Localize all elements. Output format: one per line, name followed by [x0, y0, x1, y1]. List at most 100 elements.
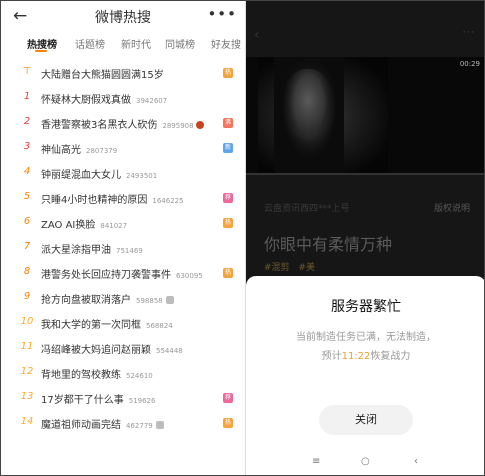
list-item[interactable]: 1 怀疑林大厨假戏真做 3942607 [1, 85, 245, 110]
rank-number: 9 [23, 291, 31, 302]
tab-hot-search[interactable]: 热搜榜 [27, 36, 57, 51]
rank-number: 8 [23, 266, 31, 277]
item-title: 钟丽缇混血大女儿 2493501 [41, 170, 158, 181]
rank-number: 10 [20, 316, 34, 327]
copyright-link[interactable]: 版权说明 [434, 201, 470, 214]
progress-bar[interactable] [246, 173, 484, 175]
list-item[interactable]: 7 派大星涂指甲油 751469 [1, 235, 245, 260]
item-title: 怀疑林大厨假戏真做 3942607 [41, 95, 168, 106]
item-title: ZAO AI换脸 841027 [41, 220, 128, 231]
item-title: 背地里的驾校教练 524610 [41, 370, 153, 381]
hot-badge: 热 [223, 68, 233, 78]
item-count: 2807379 [86, 147, 118, 155]
rank-number: 13 [20, 391, 34, 402]
close-button[interactable]: 关闭 [319, 405, 413, 435]
rank-number: 6 [23, 216, 31, 227]
boil-badge: 沸 [223, 118, 233, 128]
tag-link[interactable]: #美 [298, 263, 315, 273]
emoji-icon [195, 121, 204, 129]
video-shadow [274, 57, 344, 175]
item-count: 598858 [136, 297, 163, 305]
list-item[interactable]: 6 ZAO AI换脸 841027 热 [1, 210, 245, 235]
hot-search-panel: ← 微博热搜 ••• 热搜榜 话题榜 新时代 同城榜 好友搜 ⊤ 大陆赠台大熊猫… [1, 1, 245, 475]
system-nav-bar: ≡ ○ ‹ [246, 452, 484, 475]
item-count: 519626 [128, 397, 156, 405]
list-item[interactable]: 10 我和大学的第一次同框 568824 [1, 310, 245, 335]
item-count: 841027 [100, 222, 128, 230]
video-author: 云盘资讯西四***上号 [264, 204, 350, 214]
item-title: 17岁都干了什么事 519626 [41, 395, 156, 406]
emoji-icon [165, 296, 174, 304]
list-item[interactable]: 13 17岁都干了什么事 519626 荐 [1, 385, 245, 410]
eta-time: 11:22 [341, 351, 371, 362]
item-title: 神仙高光 2807379 [41, 145, 118, 156]
item-title: 只睡4小时也精神的原因 1646225 [41, 195, 184, 206]
rank-number: 11 [20, 341, 34, 352]
rank-number: 4 [23, 166, 31, 177]
home-icon[interactable]: ○ [361, 456, 370, 467]
more-dots-icon[interactable]: ••• [207, 5, 237, 23]
recommend-badge: 荐 [223, 393, 233, 403]
item-title: 大陆赠台大熊猫圆圆满15岁 [41, 70, 164, 81]
tab-friends[interactable]: 好友搜 [211, 36, 241, 51]
item-title: 冯绍峰被大妈追问赵丽颖 554448 [41, 345, 183, 356]
tab-topics[interactable]: 话题榜 [75, 36, 105, 51]
video-title: 你眼中有柔情万种 [264, 235, 393, 254]
tab-local[interactable]: 同城榜 [165, 36, 195, 51]
item-title: 我和大学的第一次同框 568824 [41, 320, 173, 331]
list-item[interactable]: 4 钟丽缇混血大女儿 2493501 [1, 160, 245, 185]
item-title: 派大星涂指甲油 751469 [41, 245, 143, 256]
active-tab-indicator [35, 50, 47, 52]
recommend-badge: 荐 [223, 193, 233, 203]
rank-number: 3 [23, 141, 31, 152]
list-item[interactable]: 12 背地里的驾校教练 524610 [1, 360, 245, 385]
item-title: 抢方向盘被取消落户 598858 [41, 291, 174, 306]
item-title: 港警务处长回应持刀袭警事件 630095 [41, 270, 203, 281]
hot-badge: 热 [223, 268, 233, 278]
list-item[interactable]: 3 神仙高光 2807379 新 [1, 135, 245, 160]
item-count: 751469 [116, 247, 143, 255]
rank-number: 12 [20, 366, 34, 377]
hot-badge: 热 [223, 418, 233, 428]
dialog-message: 当前制造任务已满，无法制造， [296, 332, 436, 343]
more-dots-icon[interactable]: ⋯ [462, 25, 476, 40]
rank-number: 7 [23, 241, 31, 252]
item-title: 香港警察被3名黑衣人砍伤 2895908 [41, 116, 204, 131]
item-count: 554448 [156, 347, 183, 355]
tag-list: #混剪 #美 [264, 260, 321, 273]
list-item[interactable]: 9 抢方向盘被取消落户 598858 [1, 285, 245, 310]
list-item[interactable]: 2 香港警察被3名黑衣人砍伤 2895908 沸 [1, 110, 245, 135]
list-item[interactable]: 8 港警务处长回应持刀袭警事件 630095 热 [1, 260, 245, 285]
rank-number: 14 [20, 416, 34, 427]
item-count: 568824 [146, 322, 173, 330]
item-count: 524610 [126, 372, 153, 380]
rank-number: 5 [23, 191, 31, 202]
item-count: 462779 [126, 422, 153, 430]
new-badge: 新 [223, 143, 233, 153]
video-player[interactable]: 00:29 [246, 57, 484, 175]
item-count: 630095 [176, 272, 203, 280]
video-time: 00:29 [459, 60, 480, 68]
hot-badge: 热 [223, 218, 233, 228]
arrow-left-icon[interactable]: ‹ [254, 27, 260, 43]
item-count: 1646225 [152, 197, 184, 205]
rank-number: 1 [23, 91, 31, 102]
menu-icon[interactable]: ≡ [312, 456, 320, 467]
screenshot-frame: ← 微博热搜 ••• 热搜榜 话题榜 新时代 同城榜 好友搜 ⊤ 大陆赠台大熊猫… [0, 0, 485, 476]
tab-new-era[interactable]: 新时代 [121, 36, 151, 51]
list-item[interactable]: 14 魔道祖师动画完结 462779 热 [1, 410, 245, 435]
item-count: 2493501 [126, 172, 158, 180]
emoji-icon [155, 421, 164, 429]
dialog-message-eta: 预计11:22恢复战力 [321, 351, 411, 362]
pin-icon: ⊤ [22, 66, 32, 77]
item-count: 2895908 [162, 122, 194, 130]
server-busy-dialog: 服务器繁忙 当前制造任务已满，无法制造， 预计11:22恢复战力 关闭 [246, 276, 484, 452]
tag-link[interactable]: #混剪 [264, 263, 290, 273]
list-item[interactable]: 11 冯绍峰被大妈追问赵丽颖 554448 [1, 335, 245, 360]
list-item[interactable]: 5 只睡4小时也精神的原因 1646225 荐 [1, 185, 245, 210]
list-item[interactable]: ⊤ 大陆赠台大熊猫圆圆满15岁 热 [1, 60, 245, 85]
top-bar: ← 微博热搜 ••• [1, 1, 245, 31]
back-icon[interactable]: ‹ [414, 456, 418, 467]
rank-number: 2 [23, 116, 31, 127]
dialog-title: 服务器繁忙 [331, 299, 401, 315]
